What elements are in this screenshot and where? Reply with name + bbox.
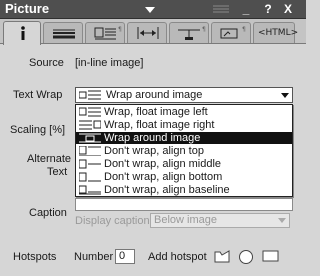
- minimize-icon[interactable]: _: [240, 2, 252, 16]
- add-hotspot-label: Add hotspot: [148, 251, 207, 263]
- palette-title: Picture: [5, 1, 50, 16]
- spacing-icon: ¶: [178, 26, 206, 40]
- display-caption-value: Below image: [154, 214, 217, 226]
- align-middle-icon: [79, 159, 101, 169]
- tab-spacing[interactable]: ¶: [169, 22, 209, 43]
- rectangle-hotspot-icon[interactable]: [262, 249, 280, 263]
- alternate-text-label-line2: Text: [47, 166, 68, 178]
- display-caption-select[interactable]: Below image: [150, 213, 290, 228]
- text-wrap-dropdown-list: Wrap, float image left Wrap, float image…: [75, 104, 293, 197]
- wrap-option-float-right[interactable]: Wrap, float image right: [76, 119, 292, 131]
- text-wrap-label: Text Wrap: [13, 89, 63, 101]
- text-wrap-value: Wrap around image: [106, 89, 203, 101]
- tab-html[interactable]: <HTML>: [253, 22, 299, 43]
- display-caption-label: Display caption: [75, 215, 150, 227]
- svg-text:¶: ¶: [202, 26, 206, 33]
- tab-bar: ¶ ¶ ¶ <HTML>: [0, 19, 306, 45]
- close-button[interactable]: X: [282, 2, 294, 16]
- svg-text:¶: ¶: [242, 26, 246, 33]
- float-right-icon: [79, 120, 101, 130]
- tab-info[interactable]: [3, 21, 41, 45]
- grip-icon: [213, 4, 229, 14]
- wrap-option-float-left[interactable]: Wrap, float image left: [76, 106, 292, 118]
- wrap-option-label: Wrap, float image right: [104, 119, 215, 131]
- wrap-option-label: Don't wrap, align bottom: [104, 171, 223, 183]
- float-left-icon: [79, 107, 101, 117]
- polygon-hotspot-icon[interactable]: [214, 249, 230, 263]
- svg-text:¶: ¶: [118, 26, 122, 33]
- chevron-down-icon[interactable]: [281, 93, 289, 98]
- help-button[interactable]: ?: [262, 2, 274, 16]
- chevron-down-icon: [278, 218, 286, 223]
- tab-html-label: <HTML>: [258, 28, 299, 38]
- border-lines-icon: [53, 29, 75, 39]
- wrap-option-label: Wrap, float image left: [104, 106, 208, 118]
- link-icon: ¶: [220, 26, 246, 39]
- wrap-option-label: Don't wrap, align middle: [104, 158, 222, 170]
- wrap-option-label: Don't wrap, align baseline: [104, 184, 230, 196]
- palette-titlebar[interactable]: Picture _ ? X: [0, 0, 306, 19]
- tab-size[interactable]: [127, 22, 167, 43]
- text-wrap-icon: ¶: [94, 26, 122, 40]
- hotspot-number-field[interactable]: 0: [115, 249, 135, 264]
- number-label: Number: [74, 251, 114, 263]
- wrap-option-align-bottom[interactable]: Don't wrap, align bottom: [76, 171, 292, 183]
- align-baseline-icon: [79, 185, 101, 195]
- source-value: [in-line image]: [75, 57, 144, 69]
- wrap-option-align-top[interactable]: Don't wrap, align top: [76, 145, 292, 157]
- wrap-option-around[interactable]: Wrap around image: [76, 132, 292, 144]
- hotspots-label: Hotspots: [13, 251, 57, 263]
- wrap-option-align-baseline[interactable]: Don't wrap, align baseline: [76, 184, 292, 196]
- tab-alignment[interactable]: ¶: [85, 22, 125, 43]
- caption-field[interactable]: [75, 198, 293, 211]
- wrap-option-label: Wrap around image: [104, 132, 201, 144]
- scaling-label: Scaling [%]: [10, 124, 66, 136]
- hotspot-number-value: 0: [119, 250, 126, 262]
- wrap-option-align-middle[interactable]: Don't wrap, align middle: [76, 158, 292, 170]
- alternate-text-label-line1: Alternate: [27, 153, 72, 165]
- circle-hotspot-icon[interactable]: [238, 249, 254, 265]
- text-wrap-select[interactable]: Wrap around image: [75, 87, 293, 103]
- wrap-around-icon: [79, 133, 101, 143]
- wrap-option-label: Don't wrap, align top: [104, 145, 204, 157]
- source-label: Source: [29, 57, 64, 69]
- palette-menu-arrow-icon[interactable]: [145, 7, 155, 13]
- tab-link[interactable]: ¶: [211, 22, 251, 43]
- info-icon: [21, 26, 25, 40]
- resize-arrows-icon: [137, 27, 159, 39]
- align-top-icon: [79, 146, 101, 156]
- tab-border[interactable]: [43, 22, 83, 43]
- caption-label: Caption: [29, 207, 67, 219]
- wrap-around-icon: [79, 90, 101, 100]
- align-bottom-icon: [79, 172, 101, 182]
